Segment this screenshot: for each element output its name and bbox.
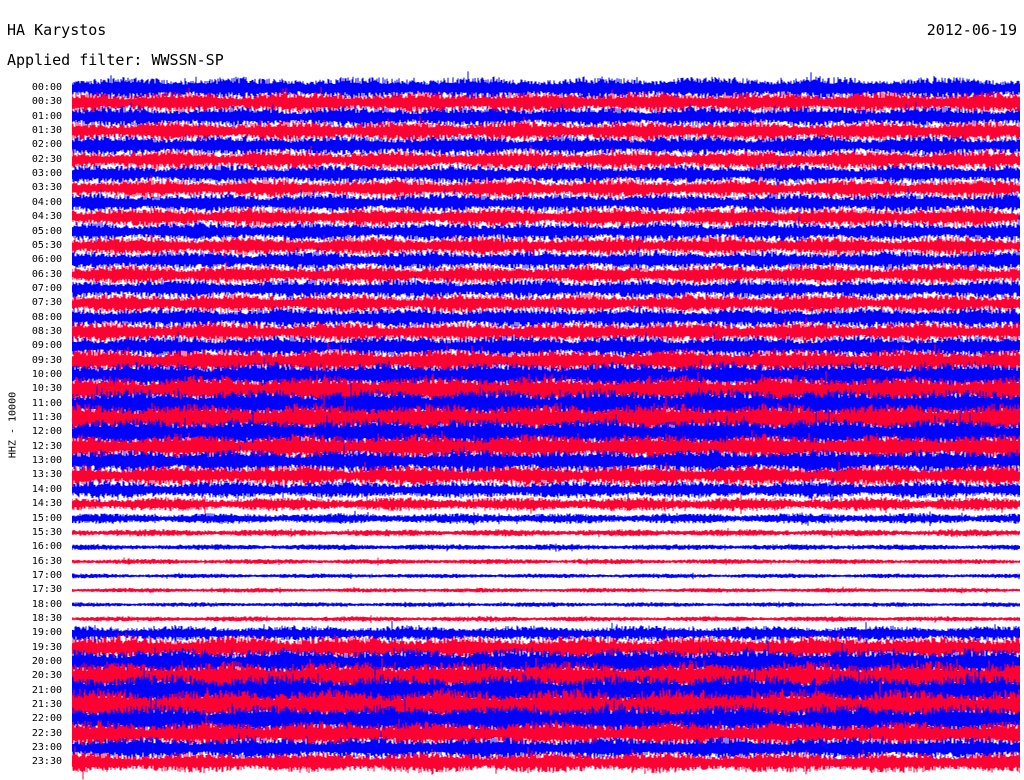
time-label: 05:00 [31,225,62,237]
y-axis-label: HHZ - 10000 [7,391,19,459]
time-label: 14:30 [31,498,62,510]
trace-1730 [72,586,1020,594]
time-label: 16:30 [31,555,62,567]
time-label: 22:00 [31,713,62,725]
time-label: 09:30 [31,354,62,366]
seismogram-plot [72,71,1020,780]
time-label: 14:00 [31,483,62,495]
date-label: 2012-06-19 [926,21,1017,39]
time-label: 07:00 [31,282,62,294]
time-label: 13:30 [31,469,62,481]
time-label: 22:30 [31,727,62,739]
time-label: 23:00 [31,742,62,754]
trace-1700 [72,572,1020,580]
time-label: 09:00 [31,340,62,352]
time-label: 18:30 [31,612,62,624]
time-label: 07:30 [31,297,62,309]
time-label: 03:30 [31,182,62,194]
time-label: 20:00 [31,656,62,667]
trace-1830 [72,615,1020,623]
time-label: 19:00 [31,627,62,639]
time-label: 15:00 [31,512,62,524]
trace-1530 [72,528,1020,538]
time-label: 18:00 [31,598,62,610]
time-label: 05:30 [31,239,62,251]
time-label: 00:00 [31,82,62,93]
time-label: 23:30 [31,756,62,768]
time-label: 01:30 [31,125,62,137]
trace-1500 [72,510,1020,527]
time-label: 08:00 [31,311,62,323]
time-label: 04:30 [31,211,62,223]
time-label: 02:30 [31,153,62,165]
time-label: 03:00 [31,168,62,180]
time-label: 19:30 [31,641,62,653]
time-label: 00:30 [31,96,62,108]
time-label: 01:00 [31,110,62,122]
time-label: 20:30 [31,670,62,682]
time-label: 02:00 [31,139,62,151]
trace-1630 [72,557,1020,566]
time-label: 21:30 [31,699,62,711]
station-title: HA Karystos [7,21,107,39]
time-label: 04:00 [31,196,62,208]
time-label: 10:00 [31,369,62,380]
trace-1800 [72,601,1020,608]
time-label: 06:00 [31,254,62,266]
time-label: 17:30 [31,584,62,596]
trace-1600 [72,543,1020,552]
time-label: 08:30 [31,325,62,337]
time-label: 16:00 [31,541,62,553]
time-label: 06:30 [31,268,62,280]
time-label: 17:00 [31,569,62,581]
time-label: 21:00 [31,684,62,696]
time-label: 15:30 [31,526,62,538]
